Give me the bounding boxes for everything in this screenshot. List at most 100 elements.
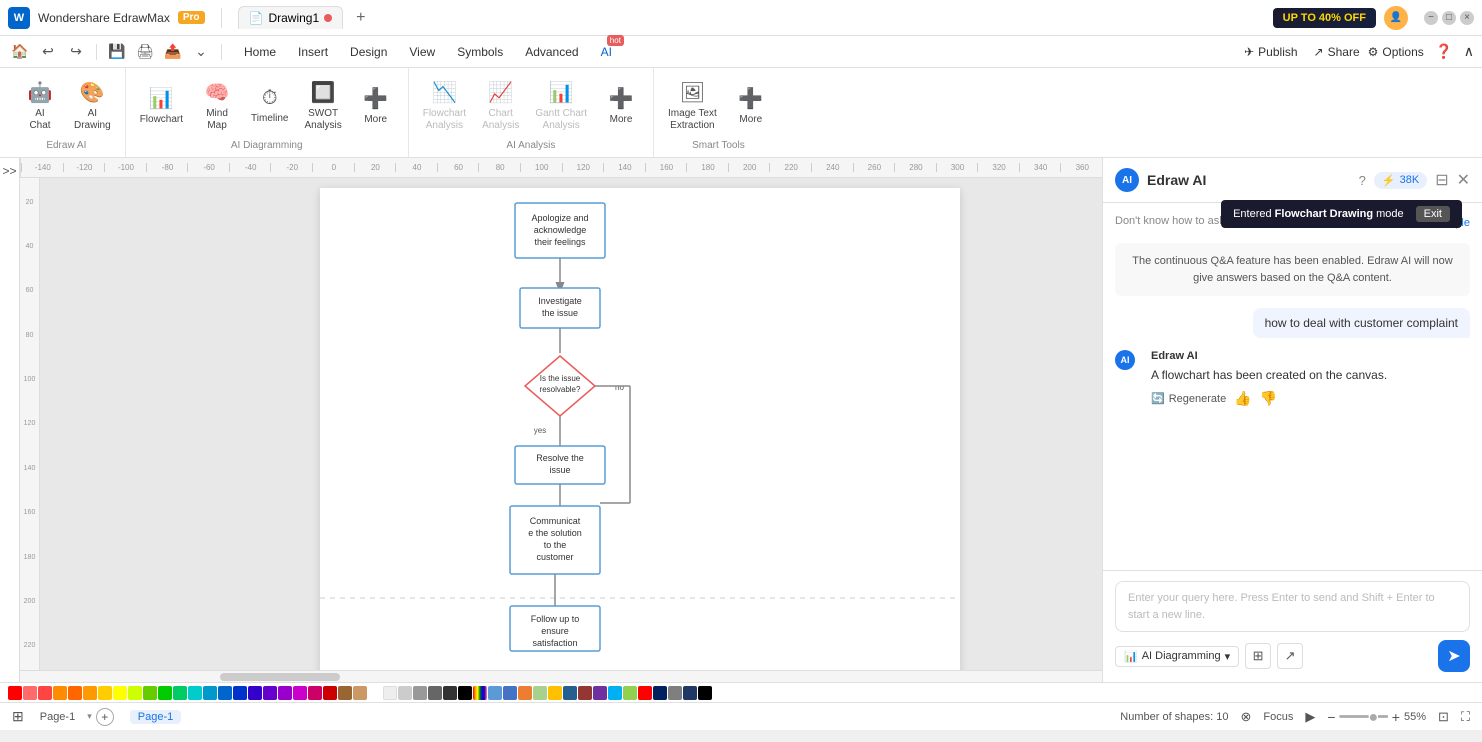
ai-drawing-button[interactable]: 🎨 AIDrawing bbox=[68, 76, 117, 136]
swot-button[interactable]: 🔲 SWOTAnalysis bbox=[298, 76, 347, 136]
page-dropdown-arrow[interactable]: ▾ bbox=[87, 711, 92, 722]
minimize-button[interactable]: − bbox=[1424, 11, 1438, 25]
color-dark-orange[interactable] bbox=[53, 686, 67, 700]
color-white[interactable] bbox=[368, 686, 382, 700]
print-button[interactable]: 🖨 bbox=[133, 40, 157, 64]
color-light-gray[interactable] bbox=[383, 686, 397, 700]
color-black[interactable] bbox=[458, 686, 472, 700]
sidebar-collapse-button[interactable]: >> bbox=[0, 158, 20, 682]
color-royal-blue[interactable] bbox=[503, 686, 517, 700]
share-button[interactable]: ↗ Share bbox=[1314, 45, 1360, 59]
smart-tools-more-button[interactable]: ➕ More bbox=[727, 82, 775, 130]
analysis-more-button[interactable]: ➕ More bbox=[597, 82, 645, 130]
color-magenta[interactable] bbox=[293, 686, 307, 700]
color-pure-red[interactable] bbox=[638, 686, 652, 700]
minimize-panel-button[interactable]: ⊟ bbox=[1435, 170, 1448, 190]
color-red[interactable] bbox=[8, 686, 22, 700]
ai-send-button[interactable]: ➤ bbox=[1438, 640, 1470, 672]
color-cornflower[interactable] bbox=[488, 686, 502, 700]
close-panel-button[interactable]: ✕ bbox=[1457, 170, 1470, 190]
color-dark-navy[interactable] bbox=[683, 686, 697, 700]
new-tab-button[interactable]: + bbox=[356, 9, 365, 27]
menu-symbols[interactable]: Symbols bbox=[447, 41, 513, 63]
diagramming-more-button[interactable]: ➕ More bbox=[352, 82, 400, 130]
ai-chat-button[interactable]: 🤖 AIChat bbox=[16, 76, 64, 136]
color-charcoal[interactable] bbox=[443, 686, 457, 700]
color-sky[interactable] bbox=[203, 686, 217, 700]
color-brown[interactable] bbox=[338, 686, 352, 700]
color-red-2[interactable] bbox=[38, 686, 52, 700]
zoom-in-button[interactable]: + bbox=[1392, 709, 1400, 725]
menu-view[interactable]: View bbox=[399, 41, 445, 63]
like-button[interactable]: 👍 bbox=[1234, 390, 1251, 407]
add-page-button[interactable]: + bbox=[96, 708, 114, 726]
menu-ai[interactable]: AI hot bbox=[591, 41, 622, 63]
redo-button[interactable]: ↪ bbox=[64, 40, 88, 64]
export-button[interactable]: 📤 bbox=[161, 40, 185, 64]
zoom-out-button[interactable]: − bbox=[1327, 709, 1335, 725]
color-cyan[interactable] bbox=[188, 686, 202, 700]
options-button[interactable]: ⚙ Options bbox=[1368, 45, 1424, 59]
color-medium-gray[interactable] bbox=[413, 686, 427, 700]
ai-export-button[interactable]: ↗ bbox=[1277, 643, 1303, 669]
publish-button[interactable]: ✈ Publish bbox=[1236, 41, 1305, 63]
color-deep-purple[interactable] bbox=[593, 686, 607, 700]
close-button[interactable]: × bbox=[1460, 11, 1474, 25]
notification-exit-button[interactable]: Exit bbox=[1416, 206, 1450, 222]
zoom-slider[interactable]: ━━━●━ bbox=[1340, 707, 1388, 727]
timeline-button[interactable]: ⏱ Timeline bbox=[245, 83, 294, 129]
color-gray[interactable] bbox=[398, 686, 412, 700]
color-orange[interactable] bbox=[68, 686, 82, 700]
menu-advanced[interactable]: Advanced bbox=[515, 41, 588, 63]
more-button[interactable]: ⌄ bbox=[189, 40, 213, 64]
menu-home[interactable]: Home bbox=[234, 41, 286, 63]
ai-table-button[interactable]: ⊞ bbox=[1245, 643, 1271, 669]
color-process-blue[interactable] bbox=[608, 686, 622, 700]
layers-button[interactable]: ⊗ bbox=[1241, 709, 1252, 725]
tab-drawing1[interactable]: 📄 Drawing1 bbox=[238, 6, 344, 29]
color-light-green[interactable] bbox=[533, 686, 547, 700]
flowchart-button[interactable]: 📊 Flowchart bbox=[134, 82, 189, 130]
color-violet[interactable] bbox=[278, 686, 292, 700]
canvas-scroll[interactable]: Apologize and acknowledge their feelings… bbox=[40, 178, 1102, 670]
regenerate-button[interactable]: 🔄 Regenerate bbox=[1151, 392, 1226, 405]
sale-badge[interactable]: UP TO 40% OFF bbox=[1273, 8, 1376, 28]
color-rainbow[interactable] bbox=[473, 686, 487, 700]
grid-view-button[interactable]: ⊞ bbox=[12, 708, 24, 725]
user-avatar[interactable]: 👤 bbox=[1384, 6, 1408, 30]
color-light-red[interactable] bbox=[23, 686, 37, 700]
color-mint[interactable] bbox=[173, 686, 187, 700]
chart-analysis-button[interactable]: 📈 ChartAnalysis bbox=[476, 76, 525, 136]
color-bright-yellow[interactable] bbox=[113, 686, 127, 700]
color-indigo[interactable] bbox=[248, 686, 262, 700]
fullscreen-button[interactable]: ⛶ bbox=[1461, 709, 1470, 725]
menu-design[interactable]: Design bbox=[340, 41, 397, 63]
horizontal-scrollbar[interactable] bbox=[20, 670, 1102, 682]
color-black-2[interactable] bbox=[698, 686, 712, 700]
fit-page-button[interactable]: ⊡ bbox=[1438, 709, 1449, 725]
color-lime[interactable] bbox=[128, 686, 142, 700]
undo-button[interactable]: ↩ bbox=[36, 40, 60, 64]
color-purple[interactable] bbox=[263, 686, 277, 700]
color-yellow-green[interactable] bbox=[623, 686, 637, 700]
home-icon-button[interactable]: 🏠 bbox=[8, 40, 32, 64]
color-bright-green[interactable] bbox=[158, 686, 172, 700]
maximize-button[interactable]: □ bbox=[1442, 11, 1456, 25]
color-golden[interactable] bbox=[548, 686, 562, 700]
color-midnight[interactable] bbox=[653, 686, 667, 700]
color-blue[interactable] bbox=[218, 686, 232, 700]
ribbon-collapse-button[interactable]: ∧ bbox=[1464, 43, 1474, 60]
color-tan[interactable] bbox=[353, 686, 367, 700]
menu-insert[interactable]: Insert bbox=[288, 41, 338, 63]
ai-mode-select[interactable]: 📊 AI Diagramming ▾ bbox=[1115, 646, 1239, 667]
color-dark-red[interactable] bbox=[578, 686, 592, 700]
color-neutral-gray[interactable] bbox=[668, 686, 682, 700]
save-button[interactable]: 💾 bbox=[105, 40, 129, 64]
color-pink[interactable] bbox=[308, 686, 322, 700]
active-page-tab[interactable]: Page-1 bbox=[130, 710, 181, 724]
image-text-extraction-button[interactable]: 🖼 Image TextExtraction bbox=[662, 76, 723, 136]
help-icon[interactable]: ? bbox=[1359, 173, 1366, 188]
dislike-button[interactable]: 👎 bbox=[1260, 390, 1277, 407]
flowchart-analysis-button[interactable]: 📉 FlowchartAnalysis bbox=[417, 76, 472, 136]
mind-map-button[interactable]: 🧠 MindMap bbox=[193, 76, 241, 136]
